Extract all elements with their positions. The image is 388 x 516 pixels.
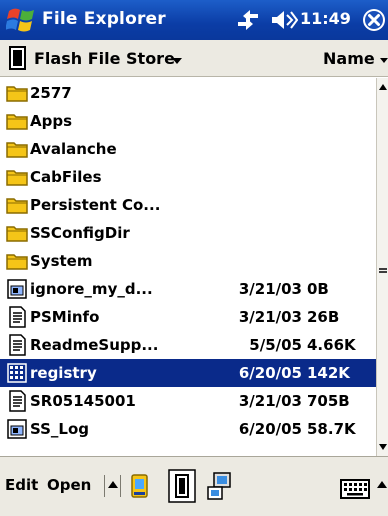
file-name: SS_Log: [30, 420, 90, 438]
file-size: 4.66K: [307, 336, 356, 354]
sort-dropdown[interactable]: Name: [323, 49, 375, 68]
file-row[interactable]: ignore_my_d... 3/21/03 0B: [0, 275, 376, 303]
file-row[interactable]: System: [0, 247, 376, 275]
start-flag-icon[interactable]: [6, 5, 36, 35]
file-row[interactable]: PSMinfo 3/21/03 26B: [0, 303, 376, 331]
file-name: ignore_my_d...: [30, 280, 153, 298]
keyboard-icon[interactable]: [340, 477, 370, 501]
file-size: 0B: [307, 280, 329, 298]
file-name: CabFiles: [30, 168, 102, 186]
vertical-scrollbar[interactable]: [376, 78, 388, 456]
file-date: 3/21/03: [238, 308, 302, 326]
document-icon: [6, 390, 28, 412]
network-share-icon[interactable]: [206, 469, 234, 503]
file-row[interactable]: 2577: [0, 79, 376, 107]
scroll-up-icon[interactable]: [377, 80, 388, 94]
file-row[interactable]: ReadmeSupp... 5/5/05 4.66K: [0, 331, 376, 359]
file-name: ReadmeSupp...: [30, 336, 159, 354]
file-size: 26B: [307, 308, 340, 326]
storage-card-icon: [9, 46, 26, 70]
separator: [104, 475, 105, 497]
pocket-pc-screen: File Explorer 11:49 Flash File Store Nam…: [0, 0, 388, 516]
file-date: 6/20/05: [238, 420, 302, 438]
scroll-thumb[interactable]: [378, 266, 388, 276]
file-row[interactable]: SR05145001 3/21/03 705B: [0, 387, 376, 415]
file-row[interactable]: CabFiles: [0, 163, 376, 191]
separator: [120, 475, 121, 497]
file-list[interactable]: 2577 Apps Avalanche CabFiles Persistent Co..…: [0, 78, 376, 456]
folder-icon: [6, 250, 28, 272]
clock[interactable]: 11:49: [300, 9, 351, 28]
command-bar: Edit Open: [0, 456, 388, 516]
connectivity-icon[interactable]: [236, 9, 260, 31]
file-name: System: [30, 252, 93, 270]
application-file-icon: [6, 278, 28, 300]
document-icon: [6, 306, 28, 328]
file-name: Persistent Co...: [30, 196, 161, 214]
up-folder-icon[interactable]: [108, 479, 118, 493]
folder-icon: [6, 222, 28, 244]
file-row[interactable]: SSConfigDir: [0, 219, 376, 247]
folder-icon: [6, 138, 28, 160]
file-size: 58.7K: [307, 420, 356, 438]
folder-icon: [6, 194, 28, 216]
file-name: Apps: [30, 112, 73, 130]
file-name: registry: [30, 364, 97, 382]
file-row[interactable]: SS_Log 6/20/05 58.7K: [0, 415, 376, 443]
file-size: 142K: [307, 364, 350, 382]
folder-icon: [6, 82, 28, 104]
edit-menu[interactable]: Edit: [5, 476, 38, 494]
folder-dropdown[interactable]: Flash File Store: [34, 49, 175, 68]
chevron-down-icon[interactable]: [172, 58, 182, 64]
file-row[interactable]: Apps: [0, 107, 376, 135]
file-name: 2577: [30, 84, 72, 102]
sip-up-icon[interactable]: [377, 479, 387, 493]
file-date: 6/20/05: [238, 364, 302, 382]
folder-icon: [6, 110, 28, 132]
flash-storage-icon[interactable]: [168, 469, 196, 503]
file-name: PSMinfo: [30, 308, 100, 326]
file-row[interactable]: Avalanche: [0, 135, 376, 163]
file-name: SR05145001: [30, 392, 136, 410]
open-menu[interactable]: Open: [47, 476, 91, 494]
file-size: 705B: [307, 392, 350, 410]
application-file-icon: [6, 418, 28, 440]
file-date: 3/21/03: [238, 392, 302, 410]
location-bar: Flash File Store Name: [0, 40, 388, 77]
sort-chevron-down-icon[interactable]: [380, 58, 388, 63]
storage-card-folder-icon[interactable]: [126, 469, 154, 503]
file-row[interactable]: Persistent Co...: [0, 191, 376, 219]
folder-icon: [6, 166, 28, 188]
file-date: 5/5/05: [249, 336, 302, 354]
volume-icon[interactable]: [270, 9, 298, 31]
file-name: Avalanche: [30, 140, 117, 158]
document-icon: [6, 334, 28, 356]
title-bar: File Explorer 11:49: [0, 0, 388, 40]
registry-file-icon: [6, 362, 28, 384]
file-name: SSConfigDir: [30, 224, 130, 242]
scroll-down-icon[interactable]: [377, 440, 388, 454]
file-row[interactable]: registry 6/20/05 142K: [0, 359, 376, 387]
close-icon[interactable]: [362, 8, 386, 32]
file-date: 3/21/03: [238, 280, 302, 298]
app-title: File Explorer: [42, 9, 166, 29]
